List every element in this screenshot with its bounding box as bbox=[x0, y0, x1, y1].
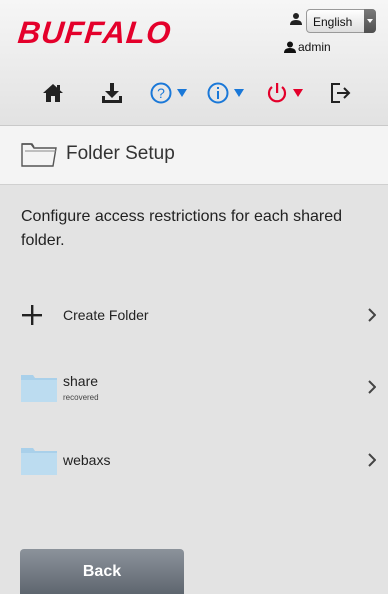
chevron-down-icon bbox=[293, 89, 303, 97]
folder-outline-icon bbox=[21, 143, 57, 167]
logout-icon bbox=[331, 83, 351, 103]
plus-icon bbox=[22, 305, 42, 325]
create-folder-row[interactable]: Create Folder bbox=[0, 290, 388, 340]
chevron-right-icon bbox=[368, 453, 376, 467]
download-button[interactable] bbox=[101, 78, 123, 108]
brand-logo: BUFFALO bbox=[16, 15, 174, 50]
user-switch-icon bbox=[290, 13, 302, 25]
chevron-down-icon bbox=[177, 89, 187, 97]
folder-name: webaxs bbox=[63, 452, 111, 468]
chevron-down-icon bbox=[234, 89, 244, 97]
page-title-bar: Folder Setup bbox=[0, 126, 388, 185]
language-value: English bbox=[313, 15, 353, 29]
create-folder-label: Create Folder bbox=[63, 307, 149, 323]
back-button[interactable]: Back bbox=[20, 549, 184, 594]
info-icon bbox=[207, 82, 229, 104]
current-user: admin bbox=[284, 40, 331, 54]
folder-icon bbox=[21, 448, 57, 475]
chevron-down-icon bbox=[364, 9, 376, 33]
folder-row-share[interactable]: share recovered bbox=[0, 362, 388, 412]
user-icon bbox=[284, 41, 296, 53]
help-menu-button[interactable]: ? bbox=[150, 78, 187, 108]
language-select[interactable]: English bbox=[306, 9, 376, 33]
folder-row-webaxs[interactable]: webaxs bbox=[0, 435, 388, 485]
info-menu-button[interactable] bbox=[207, 78, 244, 108]
svg-text:?: ? bbox=[157, 85, 165, 101]
power-icon bbox=[267, 83, 287, 103]
page-title: Folder Setup bbox=[66, 143, 175, 164]
download-icon bbox=[102, 83, 122, 103]
folder-status: recovered bbox=[63, 393, 99, 402]
chevron-right-icon bbox=[368, 380, 376, 394]
folder-name: share bbox=[63, 373, 99, 389]
page-description: Configure access restrictions for each s… bbox=[21, 208, 343, 249]
help-icon: ? bbox=[150, 82, 172, 104]
logout-button[interactable] bbox=[330, 78, 352, 108]
home-button[interactable] bbox=[42, 78, 64, 108]
header: BUFFALO English admin ? bbox=[0, 0, 388, 126]
chevron-right-icon bbox=[368, 308, 376, 322]
folder-icon bbox=[21, 375, 57, 402]
home-icon bbox=[43, 84, 63, 102]
power-menu-button[interactable] bbox=[266, 78, 303, 108]
user-name: admin bbox=[298, 40, 331, 54]
